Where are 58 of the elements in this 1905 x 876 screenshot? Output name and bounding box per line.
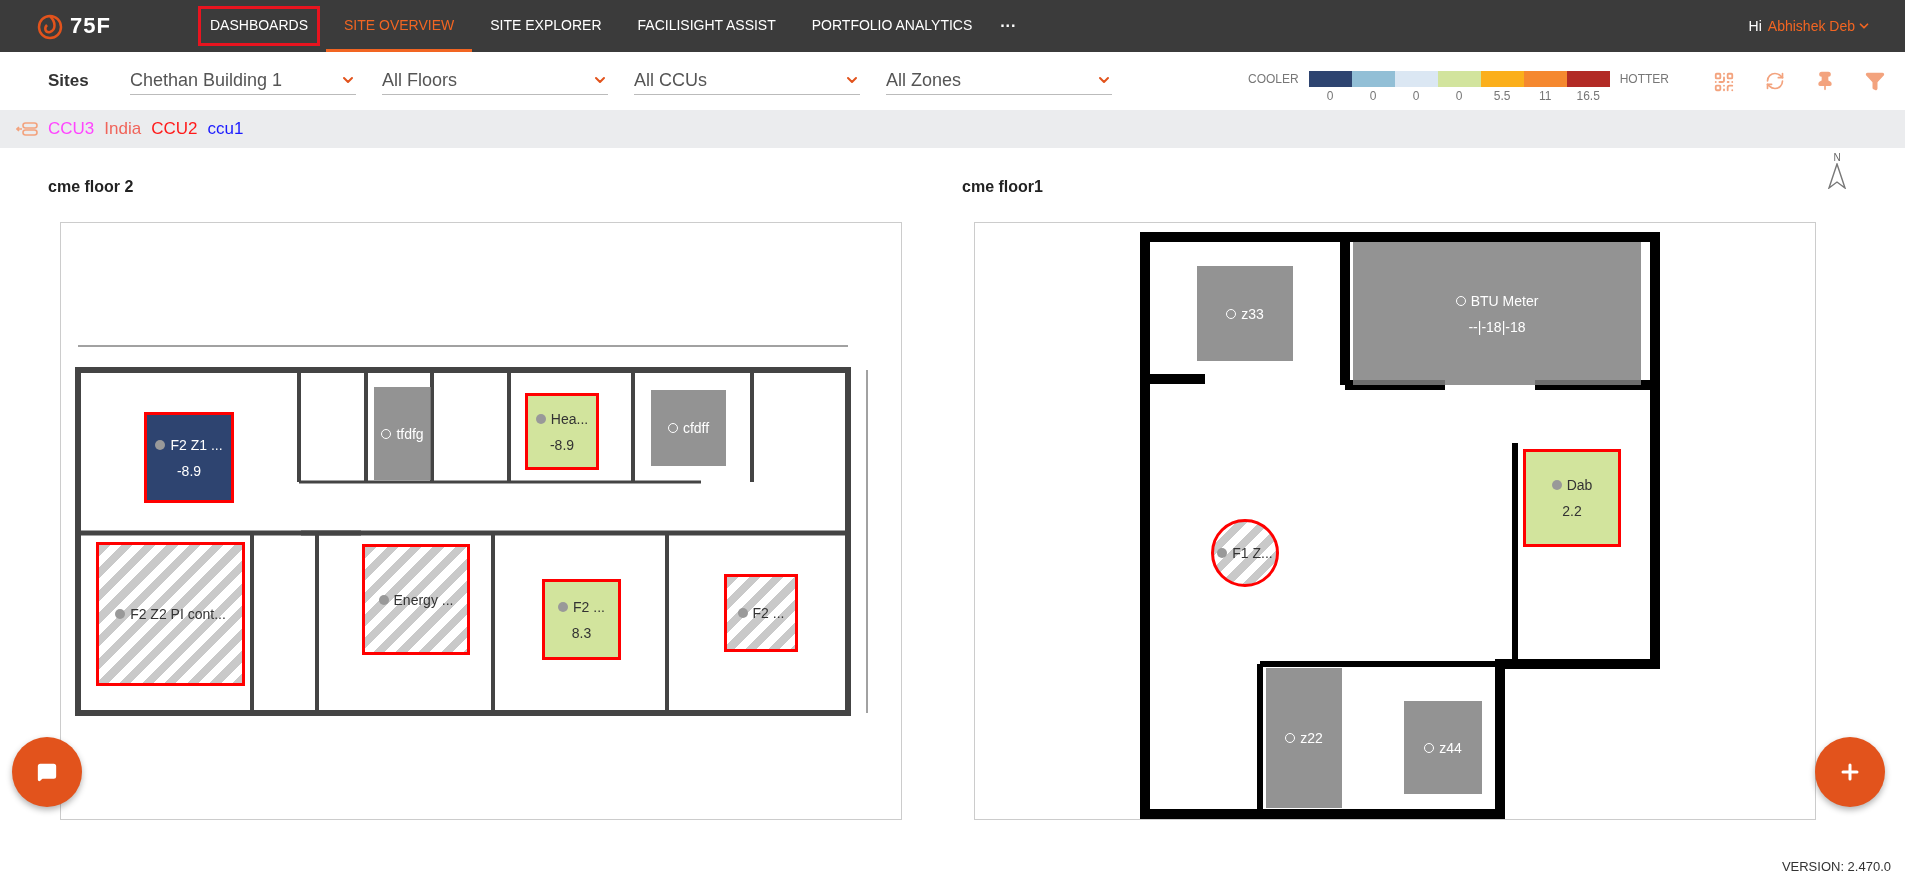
add-button[interactable] [1815, 737, 1885, 807]
greeting-text: Hi [1748, 18, 1762, 34]
ccu-toggle-icon[interactable] [16, 122, 38, 136]
zone-area[interactable]: Energy ... [362, 544, 470, 655]
zone-value: -8.9 [549, 436, 575, 453]
floor-title: cme floor1 [962, 178, 1043, 195]
version-text: VERSION: 2.470.0 [1781, 859, 1891, 874]
nav-tab[interactable]: FACILISIGHT ASSIST [619, 0, 794, 52]
user-menu[interactable]: Abhishek Deb [1767, 18, 1871, 34]
qr-code-button[interactable] [1713, 71, 1735, 93]
zone-area[interactable]: F2 Z1 ... -8.9 [144, 412, 234, 503]
chat-icon [37, 762, 57, 782]
nav-tab[interactable]: DASHBOARDS [192, 0, 327, 52]
logo-text: 75F [70, 13, 111, 39]
zone-value: --|-18|-18 [1468, 318, 1526, 335]
zone-area[interactable]: F2 Z2 PI cont... [96, 542, 245, 686]
filter-dropdown[interactable]: Chethan Building 1 [130, 67, 356, 95]
zone-label[interactable]: F2 ... [558, 598, 605, 615]
legend-value: 0 [1326, 89, 1334, 103]
zone-label[interactable]: F2 Z1 ... [155, 436, 223, 453]
compass-arrow-icon [1827, 163, 1847, 189]
zone-value: 2.2 [1562, 503, 1582, 519]
chat-button[interactable] [12, 737, 82, 807]
ccu-filter-link[interactable]: ccu1 [207, 119, 244, 139]
zone-value: 8.3 [571, 624, 592, 641]
pin-button[interactable] [1815, 71, 1835, 93]
zone-label[interactable]: Dab [1551, 477, 1593, 493]
legend-value: 5.5 [1493, 89, 1511, 103]
zone-area[interactable]: F2 ... [724, 574, 798, 652]
legend-value: 11 [1538, 89, 1552, 103]
legend-value: 0 [1369, 89, 1377, 103]
zone-value: -8.9 [176, 462, 202, 479]
zone-label[interactable]: Energy ... [378, 591, 454, 608]
more-menu[interactable]: ··· [990, 0, 1027, 52]
zone-label[interactable]: F1 Z... [1217, 545, 1273, 561]
zone-area[interactable]: F2 ... 8.3 [542, 579, 621, 660]
sites-label: Sites [48, 71, 90, 91]
filter-button[interactable] [1865, 71, 1885, 93]
zone-area[interactable]: Hea... -8.9 [525, 393, 599, 470]
zone-label[interactable]: F2 ... [737, 605, 785, 621]
filter-dropdown[interactable]: All CCUs [634, 67, 860, 95]
legend-value: 16.5 [1576, 89, 1600, 103]
legend-value: 0 [1412, 89, 1420, 103]
zone-label[interactable]: F2 Z2 PI cont... [115, 606, 226, 622]
nav-tab[interactable]: PORTFOLIO ANALYTICS [793, 0, 991, 52]
legend-low-label: COOLER [1247, 71, 1299, 87]
nav-tab[interactable]: SITE OVERVIEW [326, 0, 473, 52]
zone-label[interactable]: Hea... [535, 410, 589, 427]
compass-label: N [1833, 152, 1841, 163]
legend-high-label: HOTTER [1619, 71, 1669, 87]
zone-area[interactable]: Dab 2.2 [1523, 449, 1621, 547]
filter-dropdown[interactable]: All Floors [382, 67, 608, 95]
zone-area[interactable]: F1 Z... [1211, 519, 1279, 587]
logo-icon [36, 12, 64, 40]
floor-title: cme floor 2 [48, 178, 134, 195]
filter-dropdown[interactable]: All Zones [886, 67, 1112, 95]
nav-tab[interactable]: SITE EXPLORER [472, 0, 620, 52]
legend-value: 0 [1455, 89, 1463, 103]
